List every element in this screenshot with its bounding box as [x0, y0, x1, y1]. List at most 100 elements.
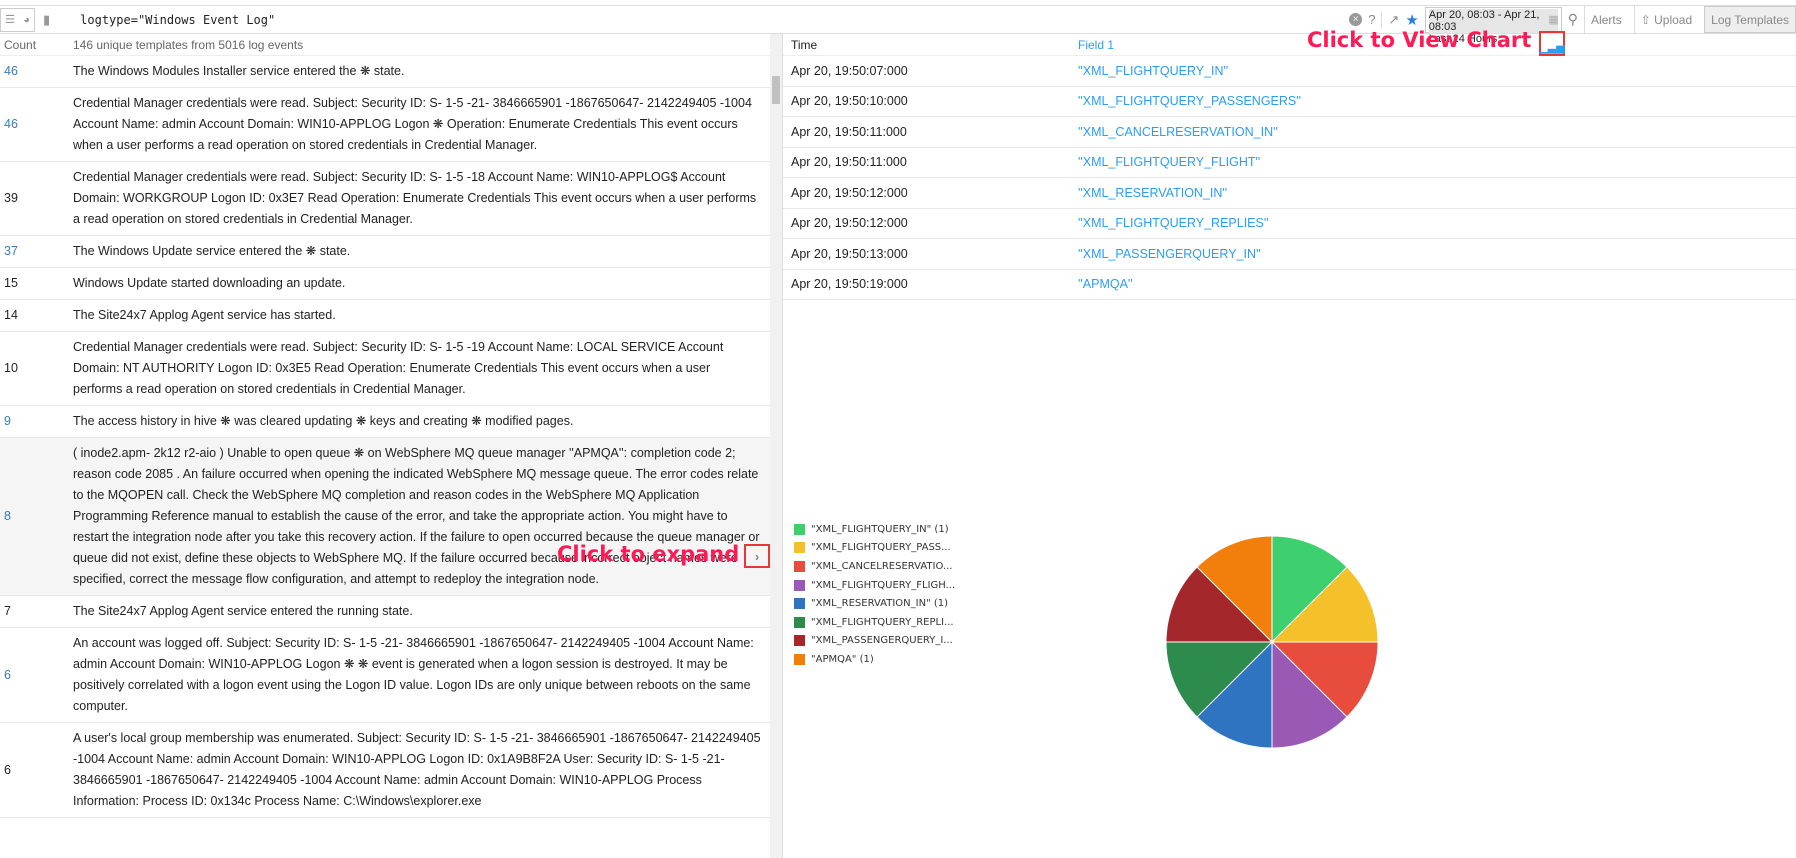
event-time: Apr 20, 19:50:07:000 — [791, 63, 908, 78]
legend-label: "XML_RESERVATION_IN" (1) — [811, 598, 949, 610]
legend-item[interactable]: "XML_CANCELRESERVATIO... — [794, 557, 955, 576]
alerts-button[interactable]: Alerts — [1584, 6, 1628, 33]
template-row[interactable]: 8( inode2.apm- 2k12 r2-aio ) Unable to o… — [0, 438, 770, 596]
search-icon[interactable]: ⚲ — [1568, 11, 1578, 28]
template-row[interactable]: 15 Windows Update started downloading an … — [0, 268, 770, 300]
template-text: The Site24x7 Applog Agent service entere… — [73, 604, 413, 618]
legend-swatch — [794, 523, 805, 535]
template-row[interactable]: 14 The Site24x7 Applog Agent service has … — [0, 300, 770, 332]
event-field[interactable]: ''XML_CANCELRESERVATION_IN'' — [1078, 125, 1278, 139]
event-field[interactable]: ''XML_PASSENGERQUERY_IN'' — [1078, 247, 1261, 261]
field-header[interactable]: Field 1 — [1078, 38, 1114, 52]
chevron-right-icon: › — [754, 548, 760, 564]
event-time: Apr 20, 19:50:10:000 — [791, 94, 908, 109]
template-text: The access history in hive ❋ was cleared… — [73, 414, 574, 428]
event-row[interactable]: Apr 20, 19:50:11:000 ''XML_CANCELRESERVAT… — [783, 117, 1796, 148]
chart-legend: "XML_FLIGHTQUERY_IN" (1) "XML_FLIGHTQUERY… — [794, 520, 955, 669]
clear-icon[interactable]: × — [1349, 13, 1363, 26]
list-icon[interactable]: ☰ — [5, 13, 15, 26]
event-field[interactable]: ''XML_FLIGHTQUERY_REPLIES'' — [1078, 216, 1269, 230]
bar-chart-icon: ▁▃▅ — [1539, 42, 1565, 54]
template-text: An account was logged off. Subject: Secu… — [73, 636, 754, 713]
legend-label: "XML_FLIGHTQUERY_IN" (1) — [811, 523, 949, 535]
template-text: Windows Update started downloading an up… — [73, 276, 346, 290]
template-text: The Windows Update service entered the ❋… — [73, 244, 351, 258]
template-count[interactable]: 46 — [0, 61, 73, 82]
template-count[interactable]: 46 — [0, 114, 73, 135]
template-row[interactable]: 37 The Windows Update service entered the… — [0, 236, 770, 268]
legend-swatch — [794, 598, 805, 610]
event-field[interactable]: ''XML_FLIGHTQUERY_IN'' — [1078, 64, 1228, 78]
upload-button[interactable]: ⇧ Upload — [1633, 6, 1698, 33]
expand-button[interactable]: › — [744, 544, 770, 568]
template-text: ( inode2.apm- 2k12 r2-aio ) Unable to op… — [73, 446, 760, 586]
event-field[interactable]: ''XML_RESERVATION_IN'' — [1078, 186, 1227, 200]
legend-item[interactable]: "XML_FLIGHTQUERY_REPLI... — [794, 613, 955, 632]
upload-icon: ⇧ — [1640, 12, 1655, 27]
star-icon[interactable]: ★ — [1405, 11, 1418, 29]
event-time: Apr 20, 19:50:19:000 — [791, 277, 908, 292]
summary-text: 146 unique templates from 5016 log event… — [73, 37, 304, 52]
view-chart-annotation: Click to View Chart — [1307, 28, 1532, 52]
chart-button[interactable]: ▁▃▅ — [1539, 31, 1565, 56]
template-row[interactable]: 46 The Windows Modules Installer service … — [0, 56, 770, 88]
expand-annotation: Click to expand — [557, 542, 740, 566]
template-row[interactable]: 6 A user's local group membership was enu… — [0, 723, 770, 818]
view-toggle[interactable]: ☰ ◕ — [0, 7, 35, 32]
legend-label: "XML_PASSENGERQUERY_I... — [811, 635, 953, 647]
template-count: 15 — [4, 276, 18, 290]
pie-icon[interactable]: ◕ — [23, 14, 30, 26]
template-count: 39 — [4, 191, 18, 205]
template-text: A user's local group membership was enum… — [73, 731, 761, 808]
event-row[interactable]: Apr 20, 19:50:19:000 ''APMQA'' — [783, 270, 1796, 300]
legend-label: "XML_FLIGHTQUERY_FLIGH... — [811, 579, 956, 591]
template-count: 6 — [4, 762, 11, 777]
scrollbar-thumb[interactable] — [772, 76, 780, 104]
event-row[interactable]: Apr 20, 19:50:07:000 ''XML_FLIGHTQUERY_IN… — [783, 56, 1796, 87]
template-count[interactable]: 37 — [0, 241, 73, 262]
event-row[interactable]: Apr 20, 19:50:12:000 ''XML_FLIGHTQUERY_RE… — [783, 209, 1796, 239]
legend-item[interactable]: "XML_PASSENGERQUERY_I... — [794, 632, 955, 651]
template-text: The Windows Modules Installer service en… — [73, 64, 405, 78]
event-time: Apr 20, 19:50:13:000 — [791, 246, 908, 261]
template-row[interactable]: 39 Credential Manager credentials were re… — [0, 162, 770, 236]
upload-label: Upload — [1654, 12, 1693, 27]
template-row[interactable]: 6 An account was logged off. Subject: Sec… — [0, 628, 770, 723]
template-row[interactable]: 7 The Site24x7 Applog Agent service enter… — [0, 596, 770, 628]
template-row[interactable]: 9 The access history in hive ❋ was cleare… — [0, 406, 770, 438]
event-time: Apr 20, 19:50:12:000 — [791, 185, 908, 200]
search-input[interactable]: logtype="Windows Event Log" — [80, 13, 1349, 27]
template-text: Credential Manager credentials were read… — [73, 96, 752, 152]
event-row[interactable]: Apr 20, 19:50:10:000 ''XML_FLIGHTQUERY_PA… — [783, 87, 1796, 117]
event-field[interactable]: ''APMQA'' — [1078, 277, 1133, 291]
calendar-icon[interactable]: ▦ — [1548, 14, 1558, 26]
template-row[interactable]: 46 Credential Manager credentials were re… — [0, 88, 770, 162]
template-count[interactable]: 8 — [0, 506, 73, 527]
event-row[interactable]: Apr 20, 19:50:11:000 ''XML_FLIGHTQUERY_FL… — [783, 148, 1796, 178]
legend-item[interactable]: "XML_FLIGHTQUERY_PASS... — [794, 539, 955, 558]
template-text: Credential Manager credentials were read… — [73, 170, 757, 226]
legend-swatch — [794, 635, 805, 647]
template-text: Credential Manager credentials were read… — [73, 340, 724, 396]
event-row[interactable]: Apr 20, 19:50:13:000 ''XML_PASSENGERQUERY… — [783, 239, 1796, 270]
legend-item[interactable]: "APMQA" (1) — [794, 650, 955, 669]
legend-item[interactable]: "XML_FLIGHTQUERY_FLIGH... — [794, 576, 955, 595]
template-count[interactable]: 9 — [0, 411, 73, 432]
scrollbar[interactable] — [770, 34, 782, 858]
template-count[interactable]: 6 — [0, 665, 73, 686]
help-icon[interactable]: ? — [1368, 12, 1375, 27]
legend-swatch — [794, 542, 805, 554]
event-field[interactable]: ''XML_FLIGHTQUERY_FLIGHT'' — [1078, 155, 1260, 169]
template-count: 7 — [4, 604, 11, 618]
log-templates-button[interactable]: Log Templates — [1704, 6, 1796, 33]
template-row[interactable]: 10 Credential Manager credentials were re… — [0, 332, 770, 406]
saved-search-icon[interactable]: ▮ — [43, 12, 50, 28]
event-row[interactable]: Apr 20, 19:50:12:000 ''XML_RESERVATION_IN… — [783, 178, 1796, 209]
legend-item[interactable]: "XML_FLIGHTQUERY_IN" (1) — [794, 520, 955, 539]
legend-label: "XML_CANCELRESERVATIO... — [811, 560, 953, 572]
legend-swatch — [794, 616, 805, 628]
legend-item[interactable]: "XML_RESERVATION_IN" (1) — [794, 594, 955, 613]
event-field[interactable]: ''XML_FLIGHTQUERY_PASSENGERS'' — [1078, 94, 1301, 108]
share-icon[interactable]: ↗ — [1381, 11, 1399, 28]
legend-swatch — [794, 579, 805, 591]
